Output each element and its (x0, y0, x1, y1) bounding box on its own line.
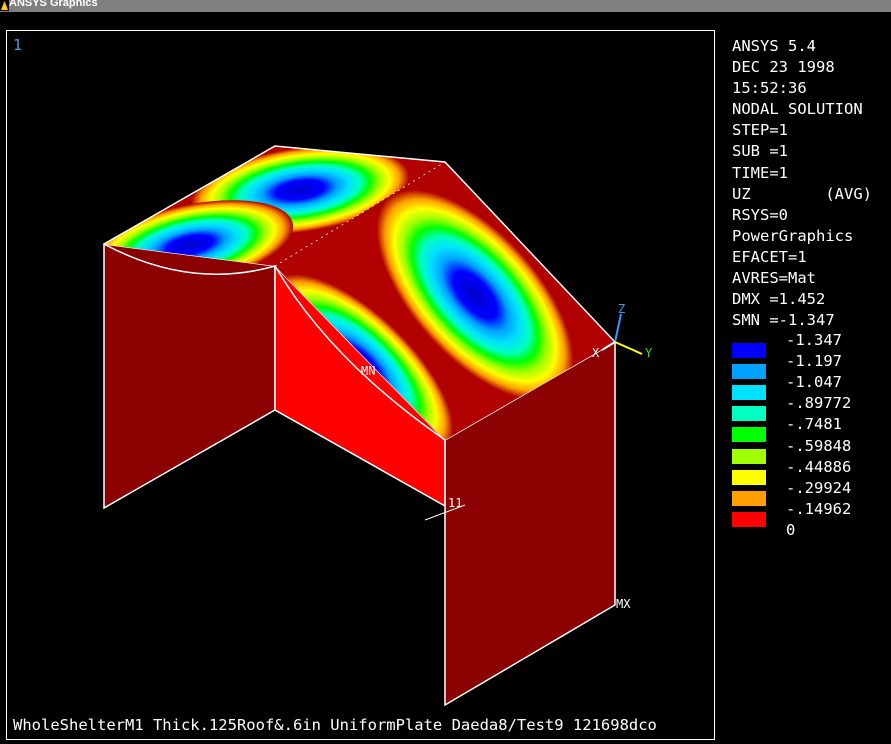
legend-swatch (732, 406, 766, 422)
legend-value: -.59848 (786, 436, 852, 455)
legend-swatch (732, 448, 766, 464)
left-wall (103, 243, 276, 510)
legend-value: -.14962 (786, 499, 852, 518)
info-line: DEC 23 1998 (732, 58, 835, 77)
info-line: ANSYS 5.4 (732, 37, 816, 55)
legend-value: -.44886 (786, 457, 852, 476)
legend-value: -.7481 (786, 415, 842, 434)
min-label: MN (361, 364, 376, 378)
legend-swatch (732, 469, 766, 485)
legend-value: -.29924 (786, 478, 852, 497)
legend-value: -1.197 (786, 352, 842, 371)
info-line: AVRES=Mat (732, 269, 816, 288)
legend-swatch (732, 490, 766, 506)
axis-x-label: X (592, 346, 600, 360)
info-line: SUB =1 (732, 142, 788, 161)
info-line: NODAL SOLUTION (732, 100, 863, 119)
legend-swatch (732, 511, 766, 527)
info-line: 15:52:36 (732, 79, 807, 98)
legend-swatch (732, 385, 766, 401)
legend-end-value: 0 (786, 521, 796, 539)
max-label: MX (616, 597, 631, 611)
legend-value: -1.347 (786, 331, 842, 349)
info-line: TIME=1 (732, 163, 788, 182)
solution-info-panel: ANSYS 5.4 DEC 23 1998 15:52:36 NODAL SOLUTI… (732, 36, 872, 331)
plot-title-footer: WholeShelterM1 Thick.125Roof&.6in Unifor… (13, 716, 657, 734)
legend-value: -1.047 (786, 373, 842, 392)
info-line: UZ (AVG) (732, 184, 872, 203)
info-line: RSYS=0 (732, 205, 788, 224)
legend-value: -.89772 (786, 394, 852, 413)
info-line: STEP=1 (732, 121, 788, 140)
legend-swatch (732, 427, 766, 443)
legend-swatch (732, 364, 766, 380)
info-line: SMN =-1.347 (732, 311, 835, 330)
info-line: EFACET=1 (732, 247, 807, 266)
node-label: 11 (448, 496, 463, 510)
legend-swatch (732, 343, 766, 358)
info-line: DMX =1.452 (732, 290, 826, 309)
info-line: PowerGraphics (732, 226, 854, 245)
axis-y-label: Y (645, 346, 653, 360)
axis-z-label: Z (618, 302, 626, 316)
